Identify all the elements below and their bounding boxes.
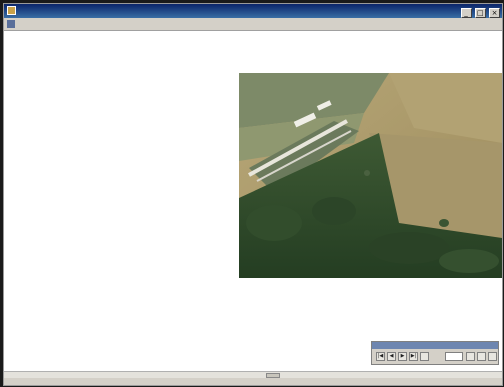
player-title [372,342,498,349]
zoom-button[interactable] [466,352,475,361]
menu-bar [4,18,502,31]
document-icon[interactable] [7,20,15,28]
report-content: |◀ ◀ ▶ ▶| [4,31,502,371]
last-frame-button[interactable] [420,352,429,361]
app-icon [7,6,16,15]
maximize-button[interactable]: □ [474,8,486,18]
app-window: _ □ × |◀ ◀ ▶ ▶| [3,3,503,386]
print-icon[interactable] [477,352,486,361]
minimize-button[interactable]: _ [460,8,472,18]
aerial-photo[interactable] [239,73,502,278]
next-frame-button[interactable]: ▶| [409,352,418,361]
close-button[interactable]: × [489,8,500,18]
settings-icon[interactable] [488,352,497,361]
prev-frame-button[interactable]: ◀ [387,352,396,361]
first-frame-button[interactable]: |◀ [376,352,385,361]
media-player: |◀ ◀ ▶ ▶| [371,341,499,365]
status-bar [4,378,502,385]
play-button[interactable]: ▶ [398,352,407,361]
title-bar[interactable]: _ □ × [4,4,502,18]
aerial-photo-image [239,73,502,278]
frame-position-field[interactable] [445,352,463,361]
